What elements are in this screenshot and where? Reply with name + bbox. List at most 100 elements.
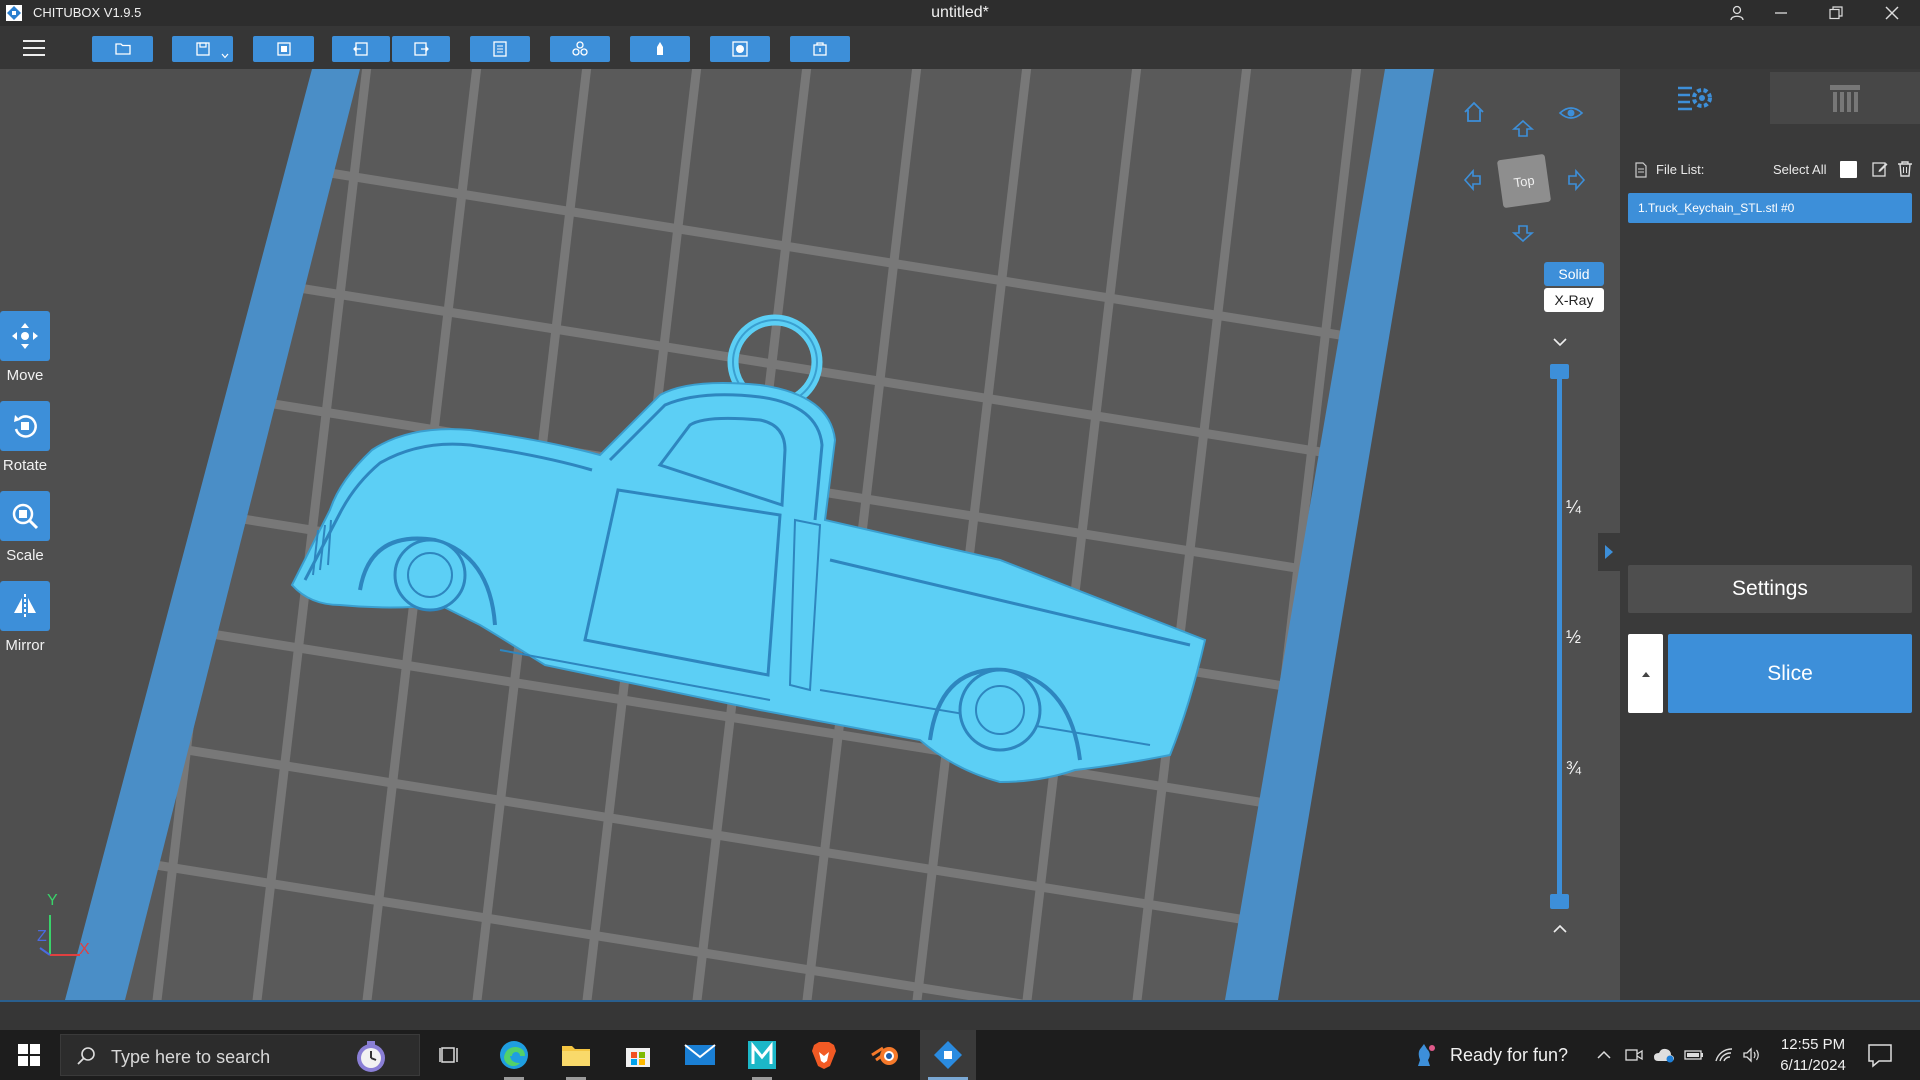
- tab-model-settings[interactable]: [1620, 72, 1770, 124]
- model-box-icon: [276, 42, 291, 56]
- rotate-tool[interactable]: Rotate: [0, 401, 50, 474]
- right-panel: File List: Select All 1.Truck_Keychain_S…: [1620, 69, 1920, 1000]
- support-button[interactable]: [630, 36, 690, 62]
- chitubox-app-button[interactable]: [920, 1030, 976, 1080]
- view-down-arrow-icon[interactable]: [1510, 220, 1536, 246]
- battery-icon: [1684, 1050, 1703, 1060]
- open-file-button[interactable]: [92, 36, 153, 62]
- cloud-icon: [1654, 1048, 1674, 1063]
- caret-up-icon: [1641, 671, 1650, 677]
- view-left-arrow-icon[interactable]: [1460, 167, 1486, 193]
- store-app-button[interactable]: [610, 1030, 666, 1080]
- task-view-button[interactable]: [422, 1030, 478, 1080]
- mirror-tool[interactable]: Mirror: [0, 581, 50, 654]
- redo-icon: [414, 42, 429, 56]
- scale-icon: [12, 503, 39, 530]
- xray-view-button[interactable]: X-Ray: [1544, 288, 1604, 312]
- system-clock[interactable]: 12:55 PM 6/11/2024: [1768, 1034, 1858, 1076]
- clock-time: 12:55 PM: [1780, 1036, 1846, 1053]
- save-button[interactable]: [172, 36, 233, 62]
- move-tool[interactable]: Move: [0, 311, 50, 384]
- select-all-label: Select All: [1773, 162, 1827, 177]
- mirror-label: Mirror: [5, 637, 45, 654]
- settings-list-icon: [1678, 86, 1712, 111]
- battery-tray[interactable]: [1682, 1043, 1706, 1067]
- file-list-header: File List: Select All: [1634, 159, 1914, 181]
- rotate-button[interactable]: [0, 401, 50, 451]
- select-icon: [732, 41, 748, 57]
- meshmixer-app-button[interactable]: [734, 1030, 790, 1080]
- add-model-button[interactable]: [253, 36, 314, 62]
- restore-button[interactable]: [1813, 0, 1859, 26]
- weather-widget[interactable]: Ready for fun?: [1410, 1030, 1568, 1080]
- select-all-checkbox[interactable]: [1840, 161, 1857, 178]
- chitubox-logo-icon: [934, 1041, 962, 1069]
- chevron-down-icon[interactable]: [1551, 335, 1569, 349]
- scale-tool[interactable]: Scale: [0, 491, 50, 564]
- folder-icon: [562, 1046, 590, 1066]
- show-hidden-icons-button[interactable]: [1592, 1043, 1616, 1067]
- 3d-viewport[interactable]: Y Z X Move Rotate Scale Mirror: [0, 69, 1620, 1000]
- camera-icon: [1625, 1049, 1643, 1061]
- slice-button[interactable]: Slice: [1668, 634, 1912, 713]
- notification-center-icon[interactable]: [1866, 1042, 1894, 1068]
- collapse-panel-button[interactable]: [1598, 533, 1620, 571]
- support-icon: [657, 42, 663, 55]
- file-list-label: File List:: [1656, 162, 1705, 177]
- edit-icon[interactable]: [1871, 160, 1889, 178]
- mirror-icon: [14, 594, 36, 618]
- blender-app-button[interactable]: [858, 1030, 914, 1080]
- select-tool-button[interactable]: [710, 36, 770, 62]
- weather-text: Ready for fun?: [1450, 1044, 1569, 1065]
- search-icon: [77, 1047, 95, 1065]
- edge-app-button[interactable]: [486, 1030, 542, 1080]
- eye-icon[interactable]: [1558, 100, 1584, 126]
- settings-button[interactable]: Settings: [1628, 565, 1912, 613]
- file-list-item[interactable]: 1.Truck_Keychain_STL.stl #0: [1628, 193, 1912, 223]
- hollow-button[interactable]: [550, 36, 610, 62]
- hamburger-menu-icon[interactable]: [20, 36, 48, 60]
- meet-now-tray[interactable]: [1622, 1043, 1646, 1067]
- scale-label: Scale: [6, 547, 44, 564]
- task-view-icon: [439, 1047, 458, 1063]
- view-right-arrow-icon[interactable]: [1563, 167, 1589, 193]
- trash-icon[interactable]: [1896, 160, 1914, 178]
- home-view-icon[interactable]: [1461, 99, 1487, 125]
- solid-view-button[interactable]: Solid: [1544, 262, 1604, 286]
- brave-lion-icon: [812, 1042, 836, 1069]
- redo-button[interactable]: [392, 36, 450, 62]
- account-button[interactable]: [1714, 0, 1760, 26]
- network-tray[interactable]: [1712, 1043, 1736, 1067]
- supports-pillar-icon: [1830, 85, 1860, 112]
- layer-slider-bottom-handle[interactable]: [1550, 894, 1569, 909]
- view-up-arrow-icon[interactable]: [1510, 116, 1536, 142]
- hollow-icon: [572, 41, 588, 56]
- move-button[interactable]: [0, 311, 50, 361]
- start-button[interactable]: [0, 1030, 58, 1080]
- chess-pieces-icon: [1418, 1044, 1435, 1066]
- slider-mark-three-quarter: ¾: [1566, 758, 1582, 778]
- brave-app-button[interactable]: [796, 1030, 852, 1080]
- layer-slider-track[interactable]: [1557, 372, 1562, 902]
- file-explorer-button[interactable]: [548, 1030, 604, 1080]
- slice-options-toggle[interactable]: [1628, 634, 1663, 713]
- export-button[interactable]: [790, 36, 850, 62]
- rotate-icon: [14, 415, 37, 438]
- chevron-up-icon[interactable]: [1551, 922, 1569, 936]
- mirror-button[interactable]: [0, 581, 50, 631]
- scale-button[interactable]: [0, 491, 50, 541]
- rotate-label: Rotate: [2, 457, 48, 474]
- close-button[interactable]: [1869, 0, 1915, 26]
- minimize-button[interactable]: [1758, 0, 1804, 26]
- undo-button[interactable]: [332, 36, 390, 62]
- taskbar-search-box[interactable]: Type here to search: [60, 1034, 420, 1076]
- layer-slider-top-handle[interactable]: [1550, 364, 1569, 379]
- volume-tray[interactable]: [1740, 1043, 1764, 1067]
- mail-app-button[interactable]: [672, 1030, 728, 1080]
- axis-x-label: X: [79, 941, 90, 958]
- view-cube[interactable]: Top: [1496, 153, 1552, 209]
- tab-supports[interactable]: [1770, 72, 1920, 124]
- layout-button[interactable]: [470, 36, 530, 62]
- onedrive-tray[interactable]: [1652, 1043, 1676, 1067]
- axis-y-label: Y: [47, 892, 58, 909]
